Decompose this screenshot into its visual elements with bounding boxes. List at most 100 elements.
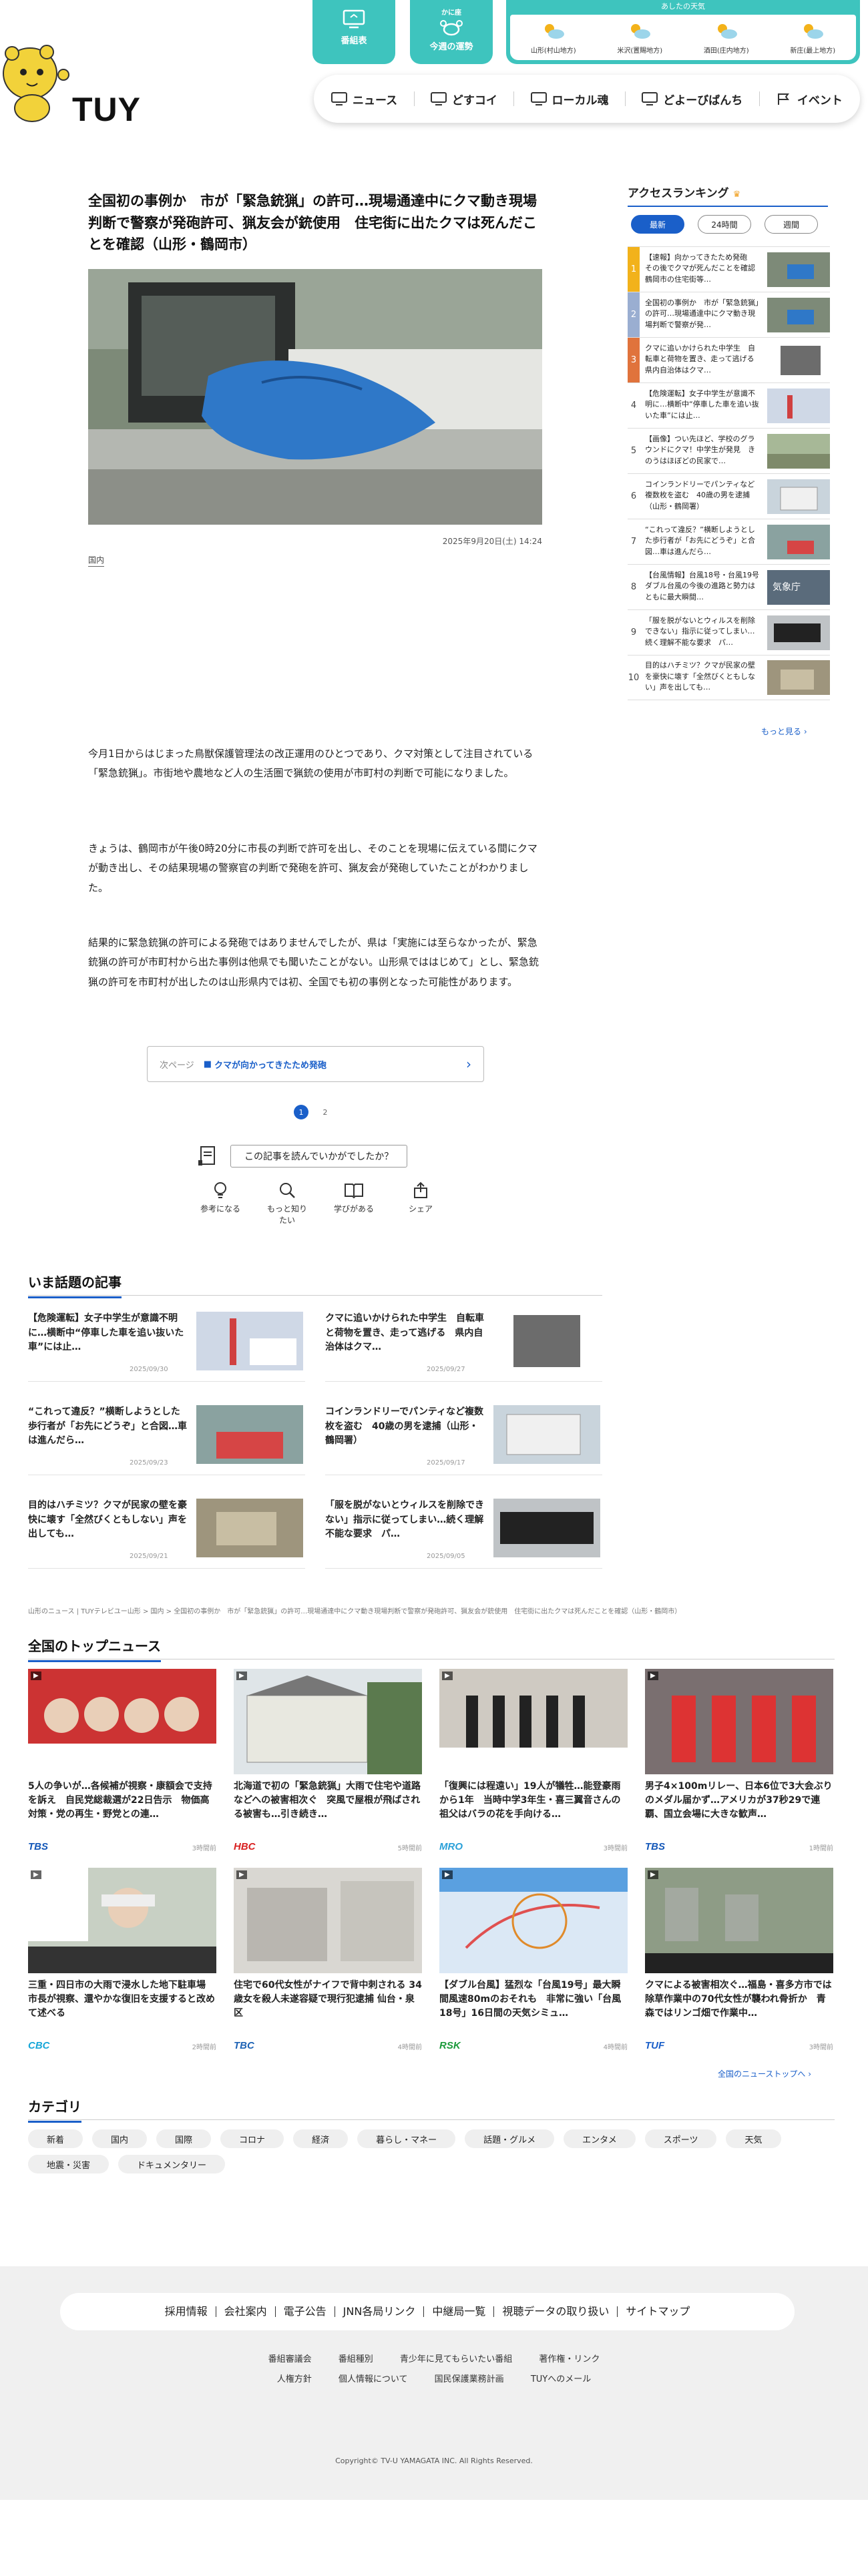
tab-weekly[interactable]: 週間 (765, 215, 818, 234)
footer-link[interactable]: JNN各局リンク (335, 2306, 425, 2317)
nav-item-event[interactable]: イベント (773, 91, 845, 107)
category-chip[interactable]: 天気 (726, 2129, 781, 2148)
weather-area[interactable]: 酒田(庄内地方) (704, 21, 749, 55)
category-chip[interactable]: 地震・災害 (28, 2155, 110, 2173)
breadcrumb[interactable]: 山形のニュース | TUYテレビユー山形 > 国内 > 全国初の事例か 市が「緊… (28, 1605, 836, 1615)
hot-topic-thumbnail (493, 1312, 600, 1370)
hot-topic-card[interactable]: “これって違反？”横断しようとした歩行者が「お先にどうぞ」と合図…車は進んだら…… (28, 1402, 305, 1475)
rank-number: 2 (628, 292, 640, 337)
rank-title: 【速報】向かってきたため発砲 その後でクマが死んだことを確認 鶴岡市の住宅街等… (645, 252, 763, 284)
top-news-card[interactable]: ▶ 男子4×100mリレー、日本6位で3大会ぶりのメダル届かず…アメリカが37秒… (645, 1669, 833, 1856)
tab-24h[interactable]: 24時間 (698, 215, 751, 234)
footer-link[interactable]: 電子公告 (276, 2306, 335, 2317)
hot-topic-card[interactable]: 目的はハチミツ？クマが民家の壁を豪快に壊す「全然びくともしない」声を出しても… 2… (28, 1495, 305, 1569)
footer-link[interactable]: 会社案内 (216, 2306, 276, 2317)
rank-thumbnail (767, 524, 830, 559)
video-play-icon: ▶ (31, 1671, 41, 1680)
ranking-item[interactable]: 1 【速報】向かってきたため発砲 その後でクマが死んだことを確認 鶴岡市の住宅街等… (628, 246, 830, 292)
sun-cloud-icon (804, 23, 824, 39)
top-news-card[interactable]: ▶ 住宅で60代女性がナイフで背中刺される 34歳女を殺人未遂容疑で現行犯逮捕 … (234, 1868, 422, 2055)
logo-text[interactable]: TUY (72, 90, 141, 129)
footer-link[interactable]: 視聴データの取り扱い (494, 2306, 618, 2317)
footer-sub-link[interactable]: 番組種別 (339, 2354, 373, 2364)
weather-area[interactable]: 米沢(置賜地方) (617, 21, 662, 55)
ranking-item[interactable]: 10 目的はハチミツ？クマが民家の壁を豪快に壊す「全然びくともしない」声を出しても… (628, 655, 830, 700)
share-button[interactable]: シェア (401, 1182, 441, 1226)
rank-thumbnail (767, 388, 830, 423)
top-news-card[interactable]: ▶ クマによる被害相次ぐ…福島・喜多方市では除草作業中の70代女性が襲われ骨折か… (645, 1868, 833, 2055)
nav-item-news[interactable]: ニュース (329, 91, 400, 107)
rank-title: 「服を脱がないとウィルスを削除できない」指示に従ってしまい…続く理解不能な要求 … (645, 615, 755, 647)
weather-area[interactable]: 新庄(最上地方) (790, 21, 835, 55)
nav-item-dosukoi[interactable]: どすコイ (428, 91, 500, 107)
footer-link[interactable]: 中継局一覧 (424, 2306, 495, 2317)
top-news-more-link[interactable]: 全国のニューストップへ › (718, 2068, 811, 2079)
ranking-item[interactable]: 9 「服を脱がないとウィルスを削除できない」指示に従ってしまい…続く理解不能な要求… (628, 609, 830, 655)
reaction-helpful-button[interactable]: 参考になる (200, 1182, 240, 1226)
category-chip[interactable]: 新着 (28, 2129, 83, 2148)
ranking-item[interactable]: 3 クマに追いかけられた中学生 自転車と荷物を置き、走って逃げる 県内自治体はクマ… (628, 337, 830, 382)
category-chip[interactable]: 国内 (92, 2129, 148, 2148)
ranking-item[interactable]: 8 【台風情報】台風18号・台風19号 ダブル台風の今後の進路と勢力は ともに最大… (628, 564, 830, 609)
footer-sub-link[interactable]: 人権方針 (277, 2374, 312, 2384)
top-news-card[interactable]: ▶ 三重・四日市の大雨で浸水した地下駐車場 市長が視察、還やかな復旧を支援すると… (28, 1868, 216, 2055)
footer-sub-link[interactable]: 国民保護業務計画 (435, 2374, 504, 2384)
page-number[interactable]: 1 (294, 1105, 308, 1119)
nav-item-local[interactable]: ローカル魂 (528, 91, 612, 107)
nav-item-label: イベント (797, 93, 843, 107)
page-number[interactable]: 2 (318, 1105, 333, 1119)
category-chip[interactable]: スポーツ (644, 2129, 717, 2148)
category-chip[interactable]: 話題・グルメ (465, 2129, 555, 2148)
hot-topic-card[interactable]: クマに追いかけられた中学生 自転車と荷物を置き、走って逃げる 県内自治体はクマ…… (325, 1308, 602, 1382)
ranking-item[interactable]: 6 コインランドリーでパンティなど複数枚を盗む 40歳の男を逮捕（山形・鶴岡署） (628, 473, 830, 519)
nav-item-doyoubi[interactable]: どよーびばんち (639, 91, 745, 107)
hot-topic-date: 2025/09/17 (427, 1459, 465, 1467)
top-news-card[interactable]: ▶ 5人の争いが…各候補が視察・康額会で支持を訴え 自民党総裁選が22日告示 物… (28, 1669, 216, 1856)
news-source: TUF (645, 2040, 665, 2051)
horoscope-button[interactable]: かに座 今週の運勢 (410, 0, 493, 64)
footer-sub-link[interactable]: 著作権・リンク (539, 2354, 600, 2364)
category-chip[interactable]: 暮らし・マネー (357, 2129, 456, 2148)
rank-number: 8 (630, 582, 637, 592)
category-chip[interactable]: 経済 (293, 2129, 349, 2148)
rank-title: 【危険運転】女子中学生が意識不明に…横断中“停車した車を追い抜いた車”には止… (645, 389, 759, 420)
ranking-item[interactable]: 4 【危険運転】女子中学生が意識不明に…横断中“停車した車を追い抜いた車”には止… (628, 382, 830, 428)
hot-topic-card[interactable]: コインランドリーでパンティなど複数枚を盗む 40歳の男を逮捕（山形・鶴岡署） 20… (325, 1402, 602, 1475)
chevron-right-icon: › (466, 1056, 471, 1072)
ranking-more-link[interactable]: もっと見る › (761, 726, 807, 737)
rank-number: 9 (630, 627, 637, 637)
reaction-label: もっと知りたい (267, 1204, 308, 1225)
ranking-item[interactable]: 7 “これって違反？”横断しようとした歩行者が「お先にどうぞ」と合図…車は進んだら… (628, 519, 830, 564)
tab-latest[interactable]: 最新 (631, 215, 684, 234)
footer-link[interactable]: サイトマップ (618, 2306, 698, 2317)
category-chip[interactable]: エンタメ (564, 2129, 636, 2148)
footer-sub-link[interactable]: 青少年に見てもらいたい番組 (400, 2354, 512, 2364)
category-chip[interactable]: コロナ (220, 2129, 284, 2148)
ranking-item[interactable]: 5 【画像】つい先ほど、学校のグラウンドにクマ！中学生が発見 きのうはほぼどの民家… (628, 428, 830, 473)
hot-topics-heading: いま話題の記事 (28, 1272, 122, 1298)
ranking-item[interactable]: 2 全国初の事例か 市が「緊急銃猟」の許可…現場通達中にクマ動き現場判断で警察が発… (628, 292, 830, 337)
next-page-link[interactable]: 次ページ ■ クマが向かってきたため発砲 › (147, 1046, 484, 1082)
footer-sub-link[interactable]: TUYへのメール (531, 2374, 591, 2384)
reaction-know-more-button[interactable]: もっと知りたい (267, 1182, 307, 1226)
svg-text:気象庁: 気象庁 (773, 582, 801, 593)
category-list: 新着 国内 国際 コロナ 経済 暮らし・マネー 話題・グルメ エンタメ スポーツ… (28, 2129, 796, 2173)
category-chip[interactable]: ドキュメンタリー (118, 2155, 226, 2173)
program-guide-button[interactable]: 番組表 (312, 0, 395, 64)
rank-number: 1 (628, 247, 640, 292)
ranking-title: アクセスランキング (628, 187, 729, 200)
hot-topic-card[interactable]: 「服を脱がないとウィルスを削除できない」指示に従ってしまい…続く理解不能な要求 … (325, 1495, 602, 1569)
article-category-link[interactable]: 国内 (88, 554, 105, 567)
footer-sub-link[interactable]: 番組審議会 (268, 2354, 312, 2364)
top-news-card[interactable]: ▶ 北海道で初の「緊急銃猟」大雨で住宅や道路などへの被害相次ぐ 突風で屋根が飛ば… (234, 1669, 422, 1856)
top-news-card[interactable]: ▶ 「復興には程遠い」19人が犠牲…能登豪雨から1年 当時中学3年生・喜三翼音さ… (439, 1669, 628, 1856)
news-title: 「復興には程遠い」19人が犠牲…能登豪雨から1年 当時中学3年生・喜三翼音さんの… (439, 1781, 621, 1820)
reaction-learning-button[interactable]: 学びがある (334, 1182, 374, 1226)
weather-panel[interactable]: あしたの天気 山形(村山地方) 米沢(置賜地方) 酒田(庄内地方) 新庄(最上地… (506, 0, 860, 64)
footer-link[interactable]: 採用情報 (157, 2306, 216, 2317)
hot-topic-card[interactable]: 【危険運転】女子中学生が意識不明に…横断中“停車した車を追い抜いた車”には止… 2… (28, 1308, 305, 1382)
weather-area[interactable]: 山形(村山地方) (531, 21, 576, 55)
top-news-card[interactable]: ▶ 【ダブル台風】猛烈な「台風19号」最大瞬間風速80mのおそれも 非常に強い「… (439, 1868, 628, 2055)
category-chip[interactable]: 国際 (156, 2129, 212, 2148)
footer-sub-link[interactable]: 個人情報について (339, 2374, 408, 2384)
